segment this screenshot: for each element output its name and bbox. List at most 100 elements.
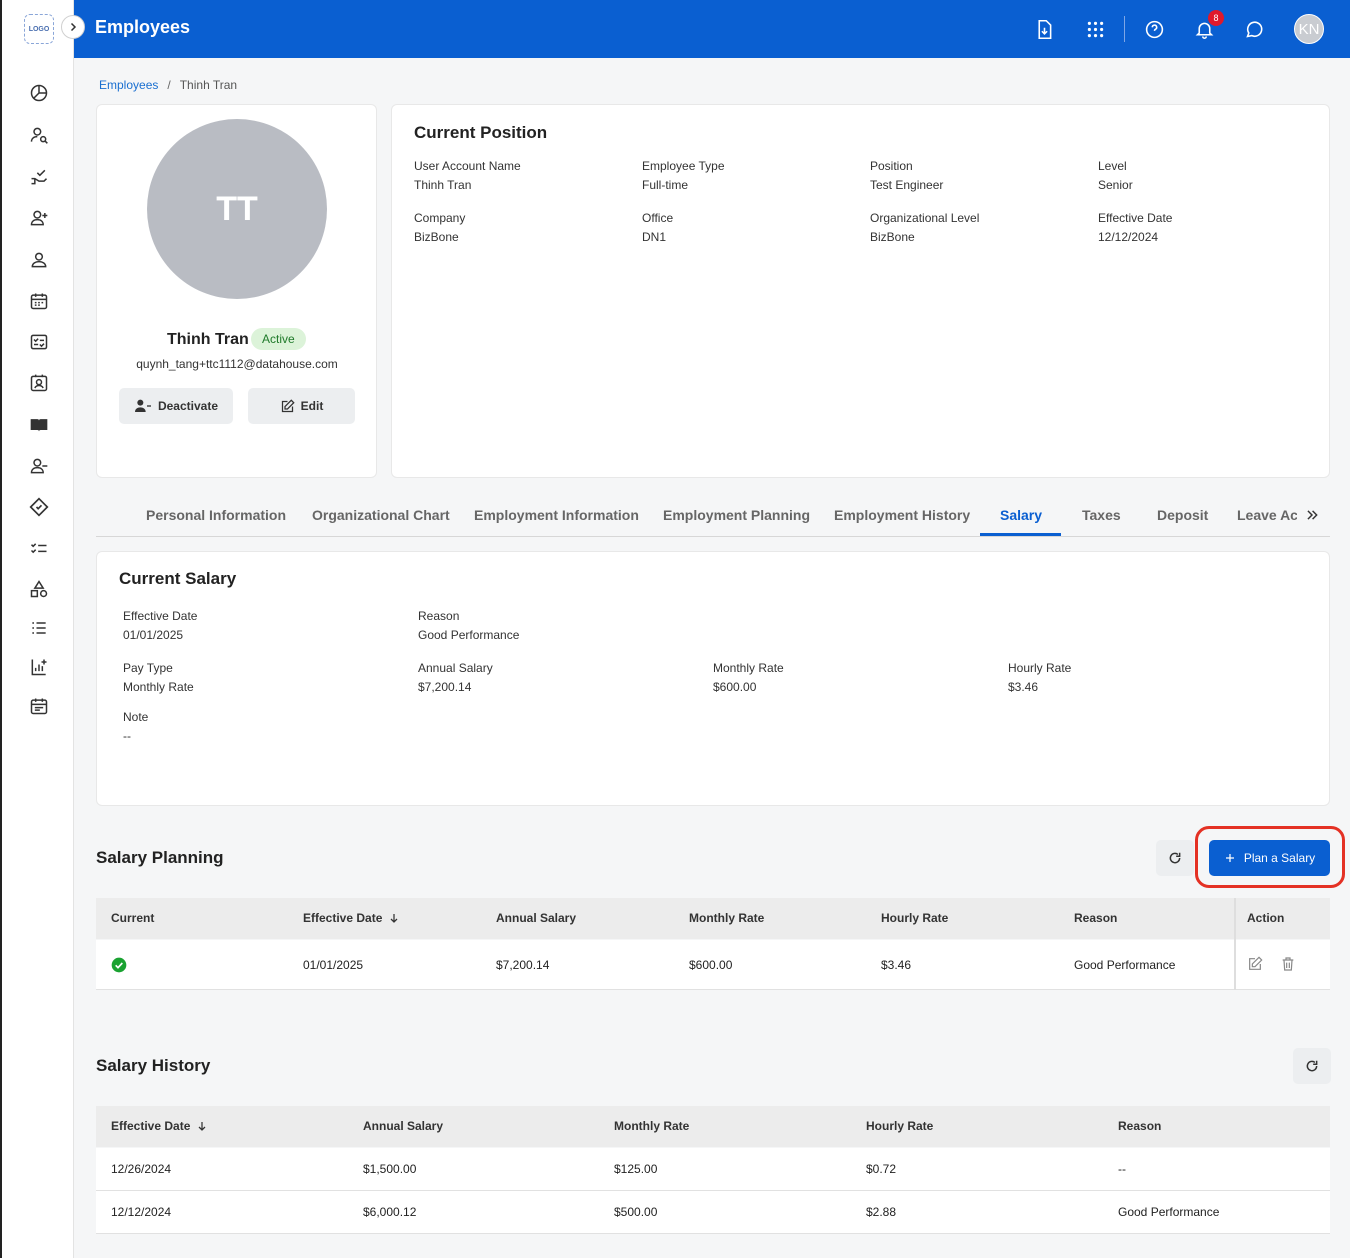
col-monthly-rate: Monthly Rate (689, 911, 765, 925)
annual-salary-label: Annual Salary (418, 661, 493, 675)
user-account-name-value: Thinh Tran (414, 178, 472, 192)
chevron-right-icon (70, 22, 77, 32)
tab-employment-information[interactable]: Employment Information (474, 507, 639, 523)
tab-personal-information[interactable]: Personal Information (146, 507, 286, 523)
notification-badge: 8 (1208, 10, 1224, 26)
sidebar: LOGO (0, 0, 74, 1258)
sort-down-icon (198, 1122, 206, 1131)
dashboard-icon[interactable] (28, 82, 50, 104)
calendar-icon[interactable] (28, 290, 50, 312)
monthly-rate-value: $600.00 (713, 680, 757, 694)
refresh-icon (1306, 1060, 1318, 1072)
history-col-effective-date-sortable[interactable]: Effective Date (111, 1119, 208, 1133)
row-annual-salary: $7,200.14 (496, 958, 550, 972)
hourly-rate-label: Hourly Rate (1008, 661, 1072, 675)
expand-sidebar-button[interactable] (61, 15, 85, 39)
row-edit-button[interactable] (1247, 956, 1263, 975)
tab-organizational-chart[interactable]: Organizational Chart (312, 507, 450, 523)
checklist-icon[interactable] (28, 331, 50, 353)
col-current: Current (111, 911, 155, 925)
company-label: Company (414, 211, 466, 225)
user-add-icon[interactable] (28, 207, 50, 229)
row-delete-button[interactable] (1280, 956, 1296, 975)
level-value: Senior (1098, 178, 1133, 192)
col-effective-date-sortable[interactable]: Effective Date (303, 911, 400, 925)
tabs-scroll-right-button[interactable] (1299, 504, 1325, 526)
row-effective-date: 01/01/2025 (303, 958, 364, 972)
salary-reason-value: Good Performance (418, 628, 520, 642)
edit-label: Edit (300, 399, 324, 413)
salary-effective-date-label: Effective Date (123, 609, 198, 623)
shapes-icon[interactable] (28, 578, 50, 600)
profile-card: TT Thinh Tran Active quynh_tang+ttc1112@… (96, 104, 377, 478)
refresh-icon (1169, 852, 1181, 864)
download-icon[interactable] (1032, 17, 1056, 41)
history-col-effective-date-label: Effective Date (111, 1119, 191, 1133)
user-avatar[interactable]: KN (1294, 14, 1324, 44)
refresh-planning-button[interactable] (1156, 840, 1194, 876)
level-label: Level (1098, 159, 1127, 173)
planning-table-header: Current Effective Date Annual Salary Mon… (96, 898, 1330, 939)
col-reason: Reason (1074, 911, 1118, 925)
edit-icon (281, 398, 295, 412)
user-remove-icon (134, 399, 151, 412)
table-row: 12/12/2024 $6,000.12 $500.00 $2.88 Good … (96, 1191, 1330, 1234)
table-row: 12/26/2024 $1,500.00 $125.00 $0.72 -- (96, 1148, 1330, 1191)
action-column-divider (1234, 898, 1236, 990)
edit-icon (1249, 956, 1263, 970)
tab-taxes[interactable]: Taxes (1082, 507, 1121, 523)
schedule-icon[interactable] (28, 695, 50, 717)
help-icon[interactable] (1142, 17, 1166, 41)
history-col-hourly-rate: Hourly Rate (866, 1119, 934, 1133)
history-row-annual-salary: $6,000.12 (363, 1205, 417, 1219)
user-remove-icon[interactable] (28, 455, 50, 477)
company-value: BizBone (414, 230, 459, 244)
current-salary-card: Current Salary Effective Date 01/01/2025… (96, 551, 1330, 806)
hand-check-icon[interactable] (28, 166, 50, 188)
tab-bar: Personal Information Organizational Char… (96, 500, 1330, 537)
history-row-effective-date: 12/26/2024 (111, 1162, 172, 1176)
employee-name: Thinh Tran (167, 331, 249, 348)
employee-type-label: Employee Type (642, 159, 725, 173)
book-icon[interactable] (28, 414, 50, 436)
task-list-icon[interactable] (28, 537, 50, 559)
deactivate-button[interactable]: Deactivate (119, 388, 233, 424)
tab-leave-accrual[interactable]: Leave Ac (1237, 507, 1297, 523)
edit-profile-button[interactable]: Edit (248, 388, 355, 424)
breadcrumb-employees-link[interactable]: Employees (99, 78, 158, 92)
user-search-icon[interactable] (28, 124, 50, 146)
contact-card-icon[interactable] (28, 372, 50, 394)
highlight-annotation (1195, 826, 1345, 888)
organizational-level-value: BizBone (870, 230, 915, 244)
effective-date-value: 12/12/2024 (1098, 230, 1159, 244)
list-icon[interactable] (28, 617, 50, 639)
tab-salary[interactable]: Salary (1000, 507, 1042, 523)
pay-type-value: Monthly Rate (123, 680, 194, 694)
chat-icon[interactable] (1242, 17, 1266, 41)
report-icon[interactable] (28, 656, 50, 678)
salary-planning-title: Salary Planning (96, 848, 224, 867)
status-badge: Active (251, 328, 306, 350)
breadcrumb: Employees / Thinh Tran (99, 78, 237, 92)
tab-employment-history[interactable]: Employment History (834, 507, 970, 523)
office-label: Office (642, 211, 674, 225)
user-icon[interactable] (28, 249, 50, 271)
tag-icon[interactable] (28, 496, 50, 518)
toolbar-divider (1124, 16, 1125, 42)
effective-date-label: Effective Date (1098, 211, 1173, 225)
pay-type-label: Pay Type (123, 661, 173, 675)
history-table-header: Effective Date Annual Salary Monthly Rat… (96, 1106, 1330, 1147)
history-row-hourly-rate: $2.88 (866, 1205, 897, 1219)
double-chevron-right-icon (1307, 510, 1318, 520)
apps-grid-icon[interactable] (1083, 17, 1107, 41)
tab-deposit[interactable]: Deposit (1157, 507, 1208, 523)
history-row-monthly-rate: $500.00 (614, 1205, 658, 1219)
position-value: Test Engineer (870, 178, 944, 192)
organizational-level-label: Organizational Level (870, 211, 980, 225)
refresh-history-button[interactable] (1293, 1048, 1331, 1084)
row-monthly-rate: $600.00 (689, 958, 733, 972)
employee-type-value: Full-time (642, 178, 689, 192)
tab-employment-planning[interactable]: Employment Planning (663, 507, 810, 523)
salary-effective-date-value: 01/01/2025 (123, 628, 184, 642)
col-hourly-rate: Hourly Rate (881, 911, 949, 925)
